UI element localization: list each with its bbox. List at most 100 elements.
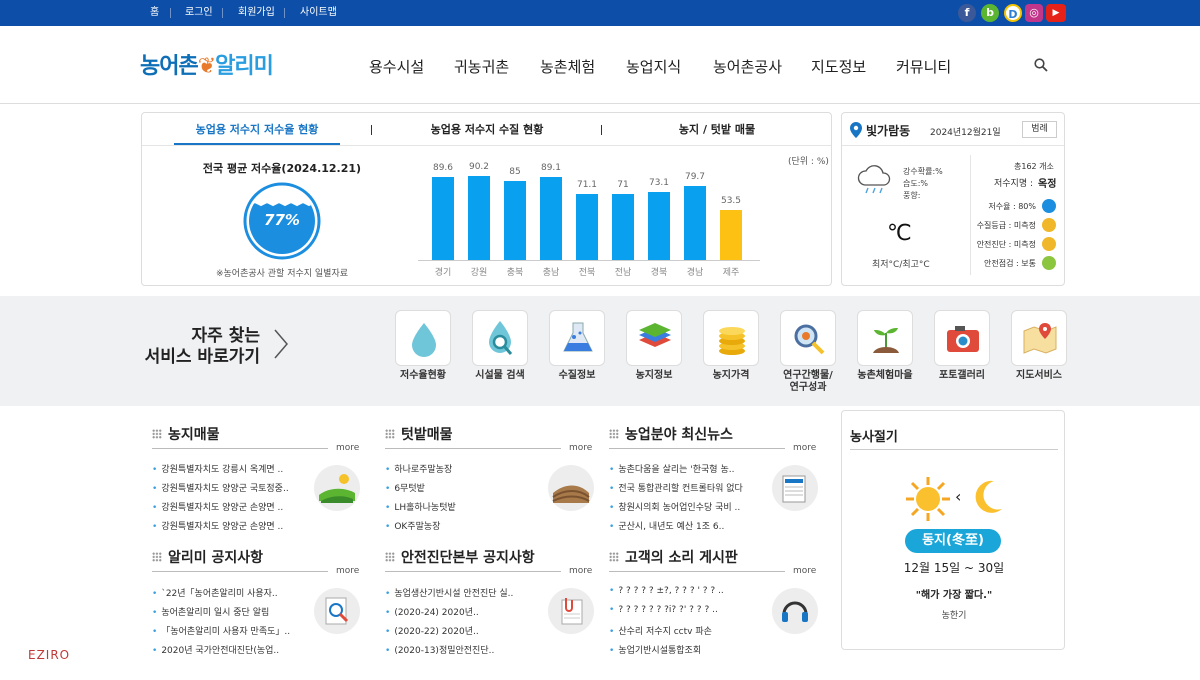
home-link[interactable]: 홈 xyxy=(150,0,159,26)
safety-board-title[interactable]: 안전진단본부 공지사항 xyxy=(385,547,535,567)
login-link[interactable]: 로그인 xyxy=(185,0,213,26)
search-icon[interactable] xyxy=(1034,58,1048,72)
service-water-rate[interactable] xyxy=(395,310,451,366)
chevron-right-icon xyxy=(274,329,288,359)
logo-text-2: 알리미 xyxy=(215,54,274,79)
farmland-board-title[interactable]: 농지매물 xyxy=(152,424,220,444)
more-link[interactable]: more xyxy=(793,566,816,576)
youtube-icon[interactable]: ▶ xyxy=(1046,4,1066,22)
service-land-price[interactable] xyxy=(703,310,759,366)
divider xyxy=(170,8,171,18)
water-drop-icon xyxy=(412,323,436,357)
logo-text-1: 농어촌 xyxy=(140,54,199,79)
status-diagnosis-dot xyxy=(1042,237,1056,251)
nav-water-facility[interactable]: 용수시설 xyxy=(369,56,424,77)
newspaper-icon xyxy=(782,475,806,503)
more-link[interactable]: more xyxy=(569,566,592,576)
season-title: 농사절기 xyxy=(850,430,898,445)
nav-krc[interactable]: 농어촌공사 xyxy=(713,56,782,77)
list-item[interactable]: 농어촌알리미 일시 중단 알림 xyxy=(152,605,302,618)
list-item[interactable]: 강원특별자치도 양양군 국토정중.. xyxy=(152,481,302,494)
list-item[interactable]: 6무텃밭 xyxy=(385,481,535,494)
more-link[interactable]: more xyxy=(336,443,359,453)
search-doc-icon xyxy=(325,597,349,625)
list-item[interactable]: ? ? ? ? ? ? ?i? ?' ? ? ? .. xyxy=(609,605,759,615)
nav-return-farm[interactable]: 귀농귀촌 xyxy=(454,56,509,77)
kakao-icon[interactable]: D xyxy=(1004,4,1022,22)
divider xyxy=(609,448,785,449)
flask-icon xyxy=(563,322,593,352)
list-item[interactable]: OK주말농장 xyxy=(385,519,535,532)
status-storage: 저수율 : 80% xyxy=(988,202,1036,211)
service-rural-village[interactable] xyxy=(857,310,913,366)
logo-leaf-icon: ❦ xyxy=(197,54,216,79)
list-item[interactable]: (2020-13)정밀안전진단.. xyxy=(385,643,535,656)
tab-underline xyxy=(142,145,831,146)
service-label: 시설물 검색 xyxy=(475,370,525,381)
facebook-icon[interactable]: f xyxy=(958,4,976,22)
news-board-title[interactable]: 농업분야 최신뉴스 xyxy=(609,424,733,444)
tab-farmland-listing[interactable]: 농지 / 텃밭 매물 xyxy=(662,121,772,145)
more-link[interactable]: more xyxy=(569,443,592,453)
sitemap-link[interactable]: 사이트맵 xyxy=(300,0,337,26)
service-water-quality[interactable] xyxy=(549,310,605,366)
list-item[interactable]: 강원특별자치도 양양군 손양면 .. xyxy=(152,500,302,513)
list-item[interactable]: 전국 통합관리할 컨트롤타워 없다 xyxy=(609,481,759,494)
divider xyxy=(385,448,561,449)
nav-map-info[interactable]: 지도정보 xyxy=(811,56,866,77)
list-item[interactable]: 산수리 저수지 cctv 파손 xyxy=(609,624,759,637)
service-farmland-info[interactable] xyxy=(626,310,682,366)
list-item[interactable]: 하나로주말농장 xyxy=(385,462,535,475)
service-photo-gallery[interactable] xyxy=(934,310,990,366)
more-link[interactable]: more xyxy=(336,566,359,576)
instagram-icon[interactable]: ◎ xyxy=(1025,4,1043,22)
clip-doc-icon xyxy=(561,598,583,625)
list-item[interactable]: 농업생산기반시설 안전진단 실.. xyxy=(385,586,535,599)
list-item[interactable]: ? ? ? ? ? ±?, ? ? ? ' ? ? .. xyxy=(609,586,759,596)
list-item[interactable]: 2020년 국가안전대진단(농업.. xyxy=(152,643,302,656)
voice-thumb xyxy=(772,588,818,634)
service-label: 농지가격 xyxy=(712,370,750,381)
field-sun-icon xyxy=(319,474,355,503)
blog-icon[interactable]: b xyxy=(981,4,999,22)
garden-board-title[interactable]: 텃밭매물 xyxy=(385,424,453,444)
services-title-2: 서비스 바로가기 xyxy=(144,347,260,367)
site-logo[interactable]: 농어촌❦알리미 xyxy=(140,48,274,80)
list-item[interactable]: 농촌다움을 살리는 '한국형 농.. xyxy=(609,462,759,475)
avg-rate-title: 전국 평균 저수율(2024.12.21) xyxy=(202,162,362,175)
nav-agri-knowledge[interactable]: 농업지식 xyxy=(626,56,681,77)
total-count: 총162 개소 xyxy=(1014,162,1054,171)
nav-rural-experience[interactable]: 농촌체험 xyxy=(540,56,595,77)
avg-rate-gauge: 77% xyxy=(243,182,321,260)
list-item[interactable]: `22년「농어촌알리미 사용자.. xyxy=(152,586,302,599)
tab-storage-rate[interactable]: 농업용 저수지 저수율 현황 xyxy=(174,121,340,145)
grid-dots-icon xyxy=(609,552,619,562)
tab-water-quality[interactable]: 농업용 저수지 수질 현황 xyxy=(402,121,572,145)
location-pin-icon xyxy=(850,122,862,138)
status-quality: 수질등급 : 미측정 xyxy=(976,221,1036,230)
legend-button[interactable]: 범례 xyxy=(1022,121,1057,138)
more-link[interactable]: more xyxy=(793,443,816,453)
list-item[interactable]: 강원특별자치도 강릉시 옥계면 .. xyxy=(152,462,302,475)
nav-community[interactable]: 커뮤니티 xyxy=(896,56,951,77)
signup-link[interactable]: 회원가입 xyxy=(238,0,275,26)
season-date: 12월 15일 ~ 30일 xyxy=(903,561,1005,575)
tab-divider xyxy=(371,125,372,135)
list-item[interactable]: 군산시, 내년도 예산 1조 6.. xyxy=(609,519,759,532)
list-item[interactable]: LH홀하나농텃밭 xyxy=(385,500,535,513)
camera-icon xyxy=(947,326,979,352)
season-panel: 농사절기 ‹ 동지(冬至) 12월 15일 ~ 30일 "해가 가장 짧다." … xyxy=(841,410,1065,650)
service-map[interactable] xyxy=(1011,310,1067,366)
service-research[interactable] xyxy=(780,310,836,366)
list-item[interactable]: (2020-22) 2020년.. xyxy=(385,624,535,637)
list-item[interactable]: (2020-24) 2020년.. xyxy=(385,605,535,618)
service-facility-search[interactable] xyxy=(472,310,528,366)
list-item[interactable]: 「농어촌알리미 사용자 만족도」.. xyxy=(152,624,302,637)
chart-baseline xyxy=(418,260,760,261)
notice-board-title[interactable]: 알리미 공지사항 xyxy=(152,547,263,567)
list-item[interactable]: 농업기반시설통합조회 xyxy=(609,643,759,656)
map-icon xyxy=(1023,323,1057,354)
voice-board-title[interactable]: 고객의 소리 게시판 xyxy=(609,547,738,567)
list-item[interactable]: 강원특별자치도 양양군 손양면 .. xyxy=(152,519,302,532)
list-item[interactable]: 창원시의회 농어업인수당 국비 .. xyxy=(609,500,759,513)
